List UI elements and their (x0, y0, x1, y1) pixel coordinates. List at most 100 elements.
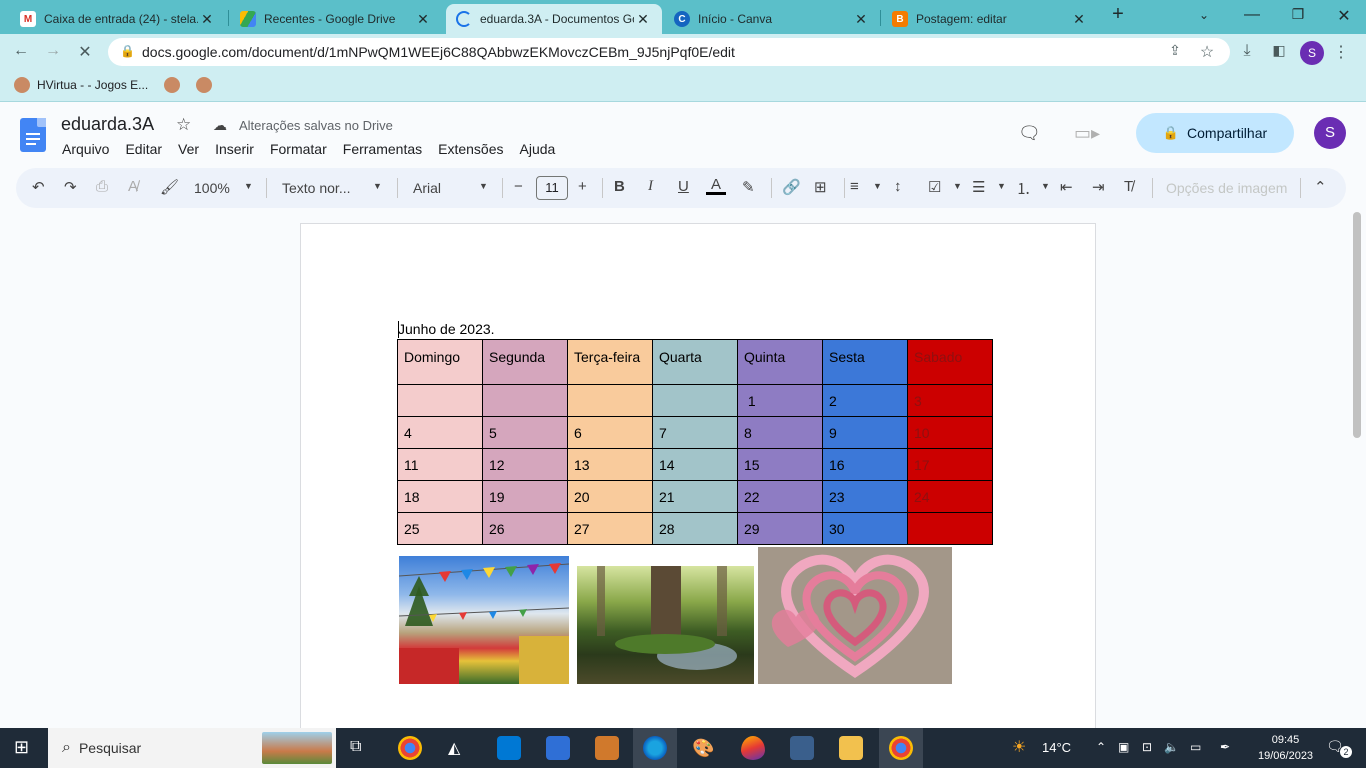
numbered-list-icon[interactable]: ⒈ (1016, 178, 1031, 199)
insert-link-icon[interactable]: 🔗 (782, 178, 801, 196)
line-spacing-icon[interactable]: ↕ (894, 178, 902, 195)
increase-font-size-icon[interactable]: + (578, 178, 587, 195)
close-tab-icon[interactable]: ✕ (414, 11, 432, 28)
menu-arquivo[interactable]: Arquivo (62, 141, 109, 157)
calendar-cell[interactable]: 11 (397, 448, 483, 481)
day-header-segunda[interactable]: Segunda (482, 339, 568, 385)
text-color-icon[interactable]: A (706, 177, 726, 195)
calendar-cell[interactable]: 8 (737, 416, 823, 449)
close-window-icon[interactable]: ✕ (1332, 6, 1356, 26)
comments-icon[interactable]: 🗨 (1018, 123, 1041, 144)
cloud-saved-icon[interactable]: ☁ (213, 117, 227, 134)
font-family-select[interactable]: Arial (413, 180, 441, 196)
account-avatar[interactable]: S (1314, 117, 1346, 149)
day-header-quarta[interactable]: Quarta (652, 339, 738, 385)
minimize-icon[interactable]: — (1240, 6, 1264, 24)
tab-search-icon[interactable]: ⌄ (1192, 8, 1216, 22)
calendar-cell[interactable]: 14 (652, 448, 738, 481)
spellcheck-icon[interactable]: A̸ (128, 178, 138, 195)
calendar-cell[interactable]: 24 (907, 480, 993, 513)
volume-icon[interactable]: 🔈 (1164, 740, 1179, 754)
calendar-cell[interactable]: 3 (907, 384, 993, 417)
day-header-quinta[interactable]: Quinta (737, 339, 823, 385)
calendar-cell[interactable] (482, 384, 568, 417)
download-icon[interactable]: ⤓ (1236, 42, 1258, 60)
calendar-cell[interactable]: 28 (652, 512, 738, 545)
italic-icon[interactable]: I (648, 178, 653, 195)
new-tab-icon[interactable]: + (1106, 3, 1130, 26)
file-explorer-icon[interactable] (839, 736, 863, 760)
document-title[interactable]: eduarda.3A (61, 114, 154, 135)
calendar-cell[interactable]: 19 (482, 480, 568, 513)
share-page-icon[interactable]: ⇪ (1164, 42, 1186, 59)
calendar-cell[interactable]: 13 (567, 448, 653, 481)
address-bar[interactable]: 🔒 docs.google.com/document/d/1mNPwQM1WEE… (108, 38, 1230, 66)
clear-formatting-icon[interactable]: T̸ (1124, 178, 1133, 195)
redo-icon[interactable]: ↷ (64, 178, 77, 196)
meet-video-icon[interactable]: ▭▸ (1074, 123, 1100, 144)
festa-junina-photo[interactable] (399, 556, 569, 684)
day-header-terca[interactable]: Terça-feira (567, 339, 653, 385)
forest-stream-photo[interactable] (577, 566, 754, 684)
tab-docs-active[interactable]: eduarda.3A - Documentos Go ✕ (446, 4, 662, 34)
vertical-scrollbar[interactable] (1353, 212, 1361, 438)
decrease-font-size-icon[interactable]: − (514, 178, 523, 195)
calendar-table[interactable]: Domingo Segunda Terça-feira Quarta Quint… (397, 339, 993, 545)
app-icon[interactable]: ◭ (448, 738, 460, 758)
back-icon[interactable]: ← (10, 42, 32, 60)
bulleted-list-icon[interactable]: ☰ (972, 178, 985, 196)
chrome-menu-icon[interactable]: ⋮ (1330, 42, 1352, 62)
tab-canva[interactable]: C Início - Canva ✕ (664, 4, 880, 34)
calendar-cell[interactable]: 17 (907, 448, 993, 481)
close-tab-icon[interactable]: ✕ (198, 11, 216, 28)
zoom-select[interactable]: 100% (194, 180, 230, 196)
calendar-cell[interactable]: 4 (397, 416, 483, 449)
underline-icon[interactable]: U (678, 178, 689, 195)
calendar-cell[interactable]: 22 (737, 480, 823, 513)
restore-icon[interactable]: ❐ (1286, 6, 1310, 23)
tab-drive[interactable]: Recentes - Google Drive ✕ (230, 4, 442, 34)
chrome-profile-taskbar-icon[interactable] (889, 736, 913, 760)
document-heading[interactable]: Junho de 2023. (398, 321, 495, 337)
side-panel-icon[interactable]: ◧ (1268, 42, 1290, 59)
paper-hearts-photo[interactable] (758, 547, 952, 684)
align-icon[interactable]: ≡ (850, 178, 859, 195)
chrome-profile-avatar[interactable]: S (1300, 41, 1324, 65)
bookmark-hvirtua[interactable]: HVirtua - - Jogos E... (14, 77, 148, 93)
calendar-cell[interactable]: 18 (397, 480, 483, 513)
battery-icon[interactable]: ▭ (1190, 740, 1201, 754)
print-icon[interactable]: ⎙ (96, 178, 108, 195)
close-tab-icon[interactable]: ✕ (852, 11, 870, 28)
menu-inserir[interactable]: Inserir (215, 141, 254, 157)
paint3d-icon[interactable] (741, 736, 765, 760)
bold-icon[interactable]: B (614, 178, 625, 195)
store-icon[interactable] (546, 736, 570, 760)
show-hidden-icons[interactable]: ⌃ (1096, 740, 1106, 754)
day-header-sabado[interactable]: Sabado (907, 339, 993, 385)
font-size-input[interactable]: 11 (536, 176, 568, 200)
media-app-icon[interactable] (595, 736, 619, 760)
meet-now-icon[interactable]: ▣ (1118, 740, 1129, 754)
forward-icon[interactable]: → (42, 42, 64, 60)
taskbar-search[interactable]: ⌕ Pesquisar (48, 728, 336, 768)
calendar-cell[interactable]: 1 (737, 384, 823, 417)
calendar-cell[interactable]: 21 (652, 480, 738, 513)
docs-logo-icon[interactable] (20, 118, 46, 152)
menu-ferramentas[interactable]: Ferramentas (343, 141, 422, 157)
calendar-cell[interactable]: 30 (822, 512, 908, 545)
chrome-taskbar-icon[interactable] (398, 736, 422, 760)
calendar-cell[interactable] (397, 384, 483, 417)
star-icon[interactable]: ☆ (176, 115, 191, 135)
collapse-menus-icon[interactable]: ⌃ (1314, 178, 1327, 196)
calendar-cell[interactable]: 20 (567, 480, 653, 513)
bookmark-star-icon[interactable]: ☆ (1196, 42, 1218, 62)
menu-ver[interactable]: Ver (178, 141, 199, 157)
day-header-domingo[interactable]: Domingo (397, 339, 483, 385)
paint-icon[interactable]: 🎨 (692, 738, 714, 759)
menu-formatar[interactable]: Formatar (270, 141, 327, 157)
image-options-button[interactable]: Opções de imagem (1166, 180, 1287, 196)
calendar-cell[interactable]: 29 (737, 512, 823, 545)
bookmark-2[interactable] (164, 77, 187, 93)
calendar-cell[interactable]: 6 (567, 416, 653, 449)
share-button[interactable]: 🔒 Compartilhar (1136, 113, 1294, 153)
